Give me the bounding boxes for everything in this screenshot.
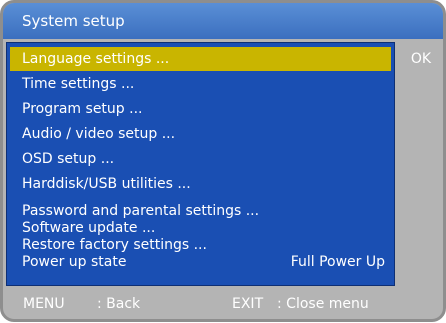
footer-hints: MENU : Back EXIT : Close menu: [3, 290, 443, 319]
menu-item-time-settings[interactable]: Time settings ...: [10, 72, 391, 96]
menu-item-audio-video-setup[interactable]: Audio / video setup ...: [10, 122, 391, 146]
window-title: System setup: [3, 3, 443, 39]
menu-item-software-update[interactable]: Software update ...: [10, 220, 391, 237]
menu-key-label: MENU: [23, 296, 65, 312]
power-up-state-label: Power up state: [22, 254, 127, 270]
ok-button[interactable]: OK: [399, 44, 443, 74]
menu-item-power-up-state[interactable]: Power up state Full Power Up: [10, 254, 391, 271]
power-up-state-value: Full Power Up: [290, 254, 385, 270]
menu-key-action: : Back: [97, 296, 141, 312]
menu-item-password-parental-settings[interactable]: Password and parental settings ...: [10, 203, 391, 220]
exit-key-action: : Close menu: [277, 296, 369, 312]
menu-item-osd-setup[interactable]: OSD setup ...: [10, 147, 391, 171]
menu-item-program-setup[interactable]: Program setup ...: [10, 97, 391, 121]
exit-key-label: EXIT: [232, 296, 264, 312]
system-setup-window: System setup Language settings ... Time …: [0, 0, 446, 322]
menu-item-harddisk-usb-utilities[interactable]: Harddisk/USB utilities ...: [10, 172, 391, 196]
menu-item-restore-factory-settings[interactable]: Restore factory settings ...: [10, 237, 391, 254]
menu-list: Language settings ... Time settings ... …: [6, 42, 395, 286]
menu-item-language-settings[interactable]: Language settings ...: [10, 47, 391, 71]
